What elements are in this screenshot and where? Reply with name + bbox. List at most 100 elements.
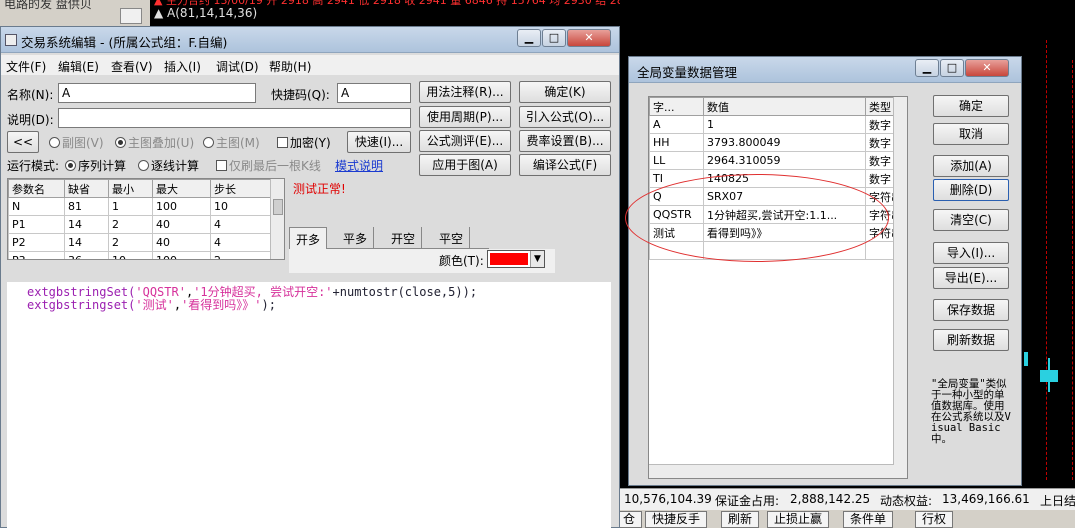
background-close-button[interactable] <box>120 8 142 24</box>
gvm-cancel-button[interactable]: 取消 <box>933 123 1009 145</box>
mode-last-checkbox[interactable]: 仅刷最后一根K线 <box>216 157 321 174</box>
gvm-delete-button[interactable]: 删除(D) <box>933 179 1009 201</box>
opt-main[interactable]: 主图(M) <box>203 134 260 151</box>
param-cell[interactable]: N <box>8 197 65 216</box>
param-cell[interactable]: P1 <box>8 215 65 234</box>
tab-open-short[interactable]: 开空 <box>385 227 423 249</box>
run-mode-label: 运行模式: <box>7 159 60 173</box>
gvm-export-button[interactable]: 导出(E)... <box>933 267 1009 289</box>
table-row[interactable]: HH 3793.800049 数字 <box>649 133 907 152</box>
param-cell[interactable]: P2 <box>8 233 65 252</box>
param-scrollbar[interactable] <box>270 179 284 259</box>
compile-button[interactable]: 编译公式(F) <box>519 154 611 176</box>
ok-button[interactable]: 确定(K) <box>519 81 611 103</box>
table-row[interactable]: P1 14 2 40 4 <box>8 215 271 234</box>
param-cell[interactable]: P3 <box>8 251 65 259</box>
mode-sequence[interactable]: 序列计算 <box>65 157 126 174</box>
refresh-button[interactable]: 刷新 <box>721 511 760 528</box>
apply-to-chart-button[interactable]: 应用于图(A) <box>419 154 511 176</box>
usage-note-button[interactable]: 用法注释(R)... <box>419 81 511 103</box>
tab-close-short[interactable]: 平空 <box>433 227 471 249</box>
param-table: 参数名 缺省 最小 最大 步长 N 81 1 100 10 P1 14 2 40 4 P2 14 2… <box>8 179 271 259</box>
maximize-button[interactable]: □ <box>542 29 566 47</box>
gvm-add-button[interactable]: 添加(A) <box>933 155 1009 177</box>
formula-test-button[interactable]: 公式测评(E)... <box>419 130 511 152</box>
param-cell[interactable]: 40 <box>152 215 211 234</box>
mode-tick[interactable]: 逐线计算 <box>138 157 199 174</box>
gvm-col-header[interactable]: 字... <box>649 97 704 116</box>
gvm-import-button[interactable]: 导入(I)... <box>933 242 1009 264</box>
param-cell[interactable]: 4 <box>210 215 271 234</box>
param-cell[interactable]: 2 <box>108 215 153 234</box>
formula-editor-window: 交易系统编辑 - (所属公式组：F.自编) ▁ □ ✕ 文件(F) 编辑(E) … <box>0 26 620 528</box>
collapse-button[interactable]: << <box>7 131 39 153</box>
param-table-container: 参数名 缺省 最小 最大 步长 N 81 1 100 10 P1 14 2 40 4 P2 14 2… <box>7 178 285 260</box>
app-icon <box>5 34 17 46</box>
gvm-refresh-button[interactable]: 刷新数据 <box>933 329 1009 351</box>
gvm-maximize-button[interactable]: □ <box>940 59 964 77</box>
opt-subchart[interactable]: 副图(V) <box>49 134 104 151</box>
import-formula-button[interactable]: 引入公式(O)... <box>519 106 611 128</box>
table-row[interactable]: N 81 1 100 10 <box>8 197 271 216</box>
menu-view[interactable]: 查看(V) <box>111 58 153 75</box>
name-input[interactable]: A <box>58 83 256 103</box>
use-period-button[interactable]: 使用周期(P)... <box>419 106 511 128</box>
param-cell[interactable]: 40 <box>152 233 211 252</box>
desc-label: 说明(D): <box>7 113 54 127</box>
desc-input[interactable] <box>58 108 411 128</box>
conditional-order-button[interactable]: 条件单 <box>843 511 894 528</box>
global-variable-window: 全局变量数据管理 ▁ □ ✕ 字... 数值 类型 A 1 数字 HH 3793.80… <box>625 56 1022 486</box>
test-status: 测试正常! <box>293 182 346 196</box>
menu-file[interactable]: 文件(F) <box>6 58 46 75</box>
param-cell[interactable]: 10 <box>210 197 271 216</box>
menu-debug[interactable]: 调试(D) <box>216 58 259 75</box>
gvm-minimize-button[interactable]: ▁ <box>915 59 939 77</box>
menu-edit[interactable]: 编辑(E) <box>58 58 99 75</box>
menu-insert[interactable]: 插入(I) <box>164 58 201 75</box>
gvm-clear-button[interactable]: 清空(C) <box>933 209 1009 231</box>
param-cell[interactable]: 10 <box>108 251 153 259</box>
param-cell[interactable]: 100 <box>152 197 211 216</box>
param-cell[interactable]: 4 <box>210 233 271 252</box>
gvm-close-button[interactable]: ✕ <box>965 59 1009 77</box>
chevron-down-icon[interactable]: ▼ <box>530 251 544 267</box>
stop-loss-button[interactable]: 止损止赢 <box>767 511 830 528</box>
color-select[interactable]: ▼ <box>487 250 545 268</box>
encrypt-checkbox[interactable]: 加密(Y) <box>277 134 331 151</box>
gvm-ok-button[interactable]: 确定 <box>933 95 1009 117</box>
tab-open-long[interactable]: 开多 <box>289 227 328 249</box>
fast-button[interactable]: 快速(I)... <box>347 131 411 153</box>
param-scroll-thumb[interactable] <box>273 199 283 215</box>
tab-close-long[interactable]: 平多 <box>337 227 375 249</box>
gvm-hscrollbar[interactable] <box>649 464 907 478</box>
table-row[interactable]: LL 2964.310059 数字 <box>649 151 907 170</box>
minimize-button[interactable]: ▁ <box>517 29 541 47</box>
quick-reverse-button[interactable]: 快捷反手 <box>645 511 708 528</box>
gvm-save-button[interactable]: 保存数据 <box>933 299 1009 321</box>
gvm-vscrollbar[interactable] <box>893 97 907 465</box>
param-cell[interactable]: 81 <box>64 197 109 216</box>
param-cell[interactable]: 2 <box>210 251 271 259</box>
param-cell[interactable]: 14 <box>64 233 109 252</box>
gvm-header-row: 字... 数值 类型 <box>649 97 907 116</box>
table-row[interactable]: P336101002 <box>8 251 271 259</box>
margin-label: 保证金占用: <box>715 494 780 508</box>
gvm-titlebar[interactable]: 全局变量数据管理 ▁ □ ✕ <box>629 57 1021 83</box>
table-row[interactable]: A 1 数字 <box>649 115 907 134</box>
param-cell[interactable]: 2 <box>108 233 153 252</box>
close-button[interactable]: ✕ <box>567 29 611 47</box>
param-cell[interactable]: 14 <box>64 215 109 234</box>
hotkey-input[interactable]: A <box>337 83 411 103</box>
gvm-col-header[interactable]: 数值 <box>703 97 866 116</box>
mode-help-link[interactable]: 模式说明 <box>335 157 383 174</box>
menu-help[interactable]: 帮助(H) <box>269 58 311 75</box>
param-cell[interactable]: 100 <box>152 251 211 259</box>
opt-overlay[interactable]: 主图叠加(U) <box>115 134 194 151</box>
editor-titlebar[interactable]: 交易系统编辑 - (所属公式组：F.自编) ▁ □ ✕ <box>1 27 619 53</box>
param-cell[interactable]: 36 <box>64 251 109 259</box>
table-row[interactable]: P2 14 2 40 4 <box>8 233 271 252</box>
fee-settings-button[interactable]: 费率设置(B)... <box>519 130 611 152</box>
exercise-button[interactable]: 行权 <box>915 511 954 528</box>
code-editor[interactable]: extgbstringSet('QQSTR', '1分钟超买, 尝试开空:'+nu… <box>7 282 611 528</box>
param-cell[interactable]: 1 <box>108 197 153 216</box>
